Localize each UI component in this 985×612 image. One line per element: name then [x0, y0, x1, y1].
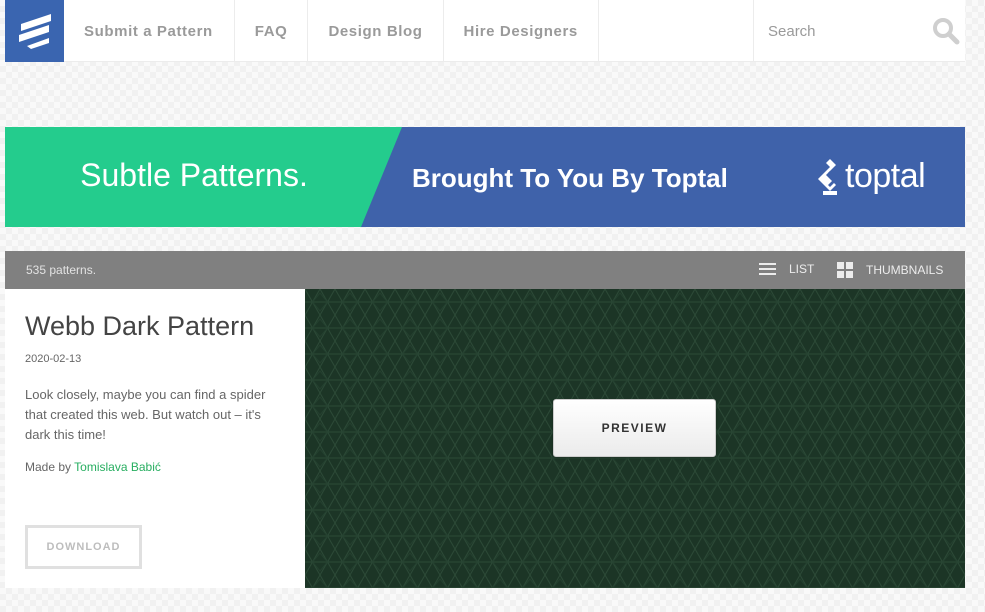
- subtle-patterns-logo-icon: [19, 14, 51, 49]
- author-link[interactable]: Tomislava Babić: [74, 460, 161, 474]
- site-logo[interactable]: [5, 0, 64, 62]
- view-list-button[interactable]: LIST: [759, 262, 814, 276]
- nav-faq[interactable]: FAQ: [235, 0, 309, 62]
- pattern-count: 535 patterns.: [26, 263, 97, 277]
- search-button[interactable]: [932, 17, 960, 45]
- view-thumbnails-button[interactable]: THUMBNAILS: [837, 262, 943, 278]
- list-icon: [759, 263, 776, 275]
- nav-hire-designers[interactable]: Hire Designers: [444, 0, 599, 62]
- download-button[interactable]: DOWNLOAD: [25, 525, 142, 569]
- pattern-date: 2020-02-13: [25, 353, 82, 365]
- view-list-label: LIST: [789, 262, 815, 276]
- grid-icon: [837, 262, 853, 278]
- pattern-credit: Made by Tomislava Babić: [25, 460, 161, 474]
- toptal-wordmark: toptal: [845, 157, 926, 195]
- search-box: [753, 0, 965, 62]
- nav-submit-pattern[interactable]: Submit a Pattern: [64, 0, 235, 62]
- preview-button[interactable]: PREVIEW: [553, 399, 716, 457]
- pattern-title: Webb Dark Pattern: [25, 311, 255, 341]
- pattern-description: Look closely, maybe you can find a spide…: [25, 387, 266, 442]
- nav-design-blog[interactable]: Design Blog: [308, 0, 444, 62]
- pattern-info-panel: Webb Dark Pattern 2020-02-13 Look closel…: [5, 289, 305, 588]
- search-input[interactable]: [768, 20, 918, 42]
- banner-headline: Brought To You By Toptal: [412, 163, 728, 193]
- view-thumbnails-label: THUMBNAILS: [866, 263, 944, 277]
- toptal-logo-icon: [818, 158, 838, 195]
- made-by-label: Made by: [25, 460, 72, 474]
- magnifier-icon: [933, 18, 960, 45]
- pattern-preview: PREVIEW: [305, 289, 965, 588]
- toptal-banner[interactable]: Subtle Patterns. Brought To You By Topta…: [5, 127, 965, 227]
- main-nav: Submit a Pattern FAQ Design Blog Hire De…: [64, 0, 599, 62]
- patterns-toolbar: 535 patterns. LIST THUMBNAILS: [5, 251, 965, 289]
- toptal-logo: toptal: [817, 157, 926, 196]
- site-header: Submit a Pattern FAQ Design Blog Hire De…: [5, 0, 965, 62]
- banner-tagline: Subtle Patterns.: [80, 157, 308, 193]
